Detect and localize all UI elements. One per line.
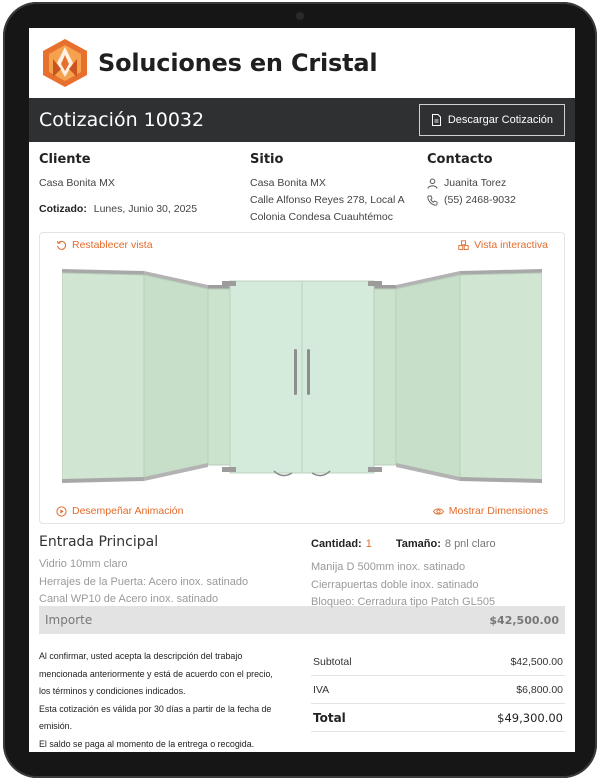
play-circle-icon (56, 505, 67, 517)
subtotal-row: Subtotal $42,500.00 (311, 648, 565, 676)
summary-section: Al confirmar, usted acepta la descripció… (29, 634, 575, 752)
download-quote-button[interactable]: Descargar Cotización (418, 104, 565, 136)
quote-title-bar: Cotización 10032 Descargar Cotización (29, 98, 575, 142)
site-line: Casa Bonita MX (250, 177, 326, 189)
show-dimensions-button[interactable]: Mostrar Dimensiones (432, 505, 548, 517)
quote-info: Cliente Casa Bonita MX Cotizado: Lunes, … (29, 142, 575, 232)
product-spec: Bloqueo: Cerradura tipo Patch GL505 (311, 596, 496, 608)
site-line: Calle Alfonso Reyes 278, Local A (250, 194, 405, 206)
eye-icon (432, 508, 444, 514)
terms-line: Al confirmar, usted acepta la descripció… (39, 651, 243, 661)
terms-line: El saldo se paga al momento de la entreg… (39, 738, 255, 749)
product-title: Entrada Principal (39, 534, 159, 550)
size-value: 8 pnl claro (444, 538, 496, 550)
terms-text: Al confirmar, usted acepta la descripció… (39, 648, 301, 752)
site-section: Sitio Casa Bonita MX Calle Alfonso Reyes… (250, 152, 427, 232)
size-label: Tamaño: (395, 538, 441, 550)
interactive-view-label: Vista interactiva (474, 239, 548, 251)
reset-icon (56, 240, 66, 250)
client-section: Cliente Casa Bonita MX Cotizado: Lunes, … (39, 152, 250, 232)
play-animation-button[interactable]: Desempeñar Animación (56, 505, 183, 517)
logo-geometric-flame-icon (43, 39, 87, 87)
download-quote-label: Descargar Cotización (447, 114, 553, 126)
iva-row: IVA $6,800.00 (311, 676, 565, 704)
total-row: Total $49,300.00 (311, 704, 565, 732)
iva-value: $6,800.00 (516, 683, 563, 696)
total-value: $49,300.00 (497, 710, 563, 725)
importe-value: $42,500.00 (489, 613, 559, 627)
screen: Soluciones en Cristal Cotización 10032 D… (29, 28, 575, 752)
contact-person-name: Juanita Torez (444, 177, 507, 189)
importe-label: Importe (45, 613, 93, 627)
product-spec: Manija D 500mm inox. satinado (311, 561, 466, 573)
tablet-frame: Soluciones en Cristal Cotización 10032 D… (3, 2, 597, 778)
product-viewer[interactable]: Restablecer vista Vista interactiva Dese… (39, 232, 565, 524)
terms-line: mencionada anteriormente y está de acuer… (39, 668, 273, 679)
quantity-size-row: Cantidad: 1 Tamaño: 8 pnl claro (311, 536, 565, 553)
size: Tamaño: 8 pnl claro (396, 536, 496, 553)
camera-icon (296, 12, 304, 20)
product-section: Entrada Principal Vidrio 10mm claro Herr… (29, 524, 575, 608)
quote-date-value: Lunes, Junio 30, 2025 (93, 203, 198, 215)
site-line: Colonia Condesa Cuauhtémoc (250, 211, 394, 223)
user-icon (427, 178, 438, 189)
quantity-label: Cantidad: (311, 538, 362, 550)
quote-date: Cotizado: Lunes, Junio 30, 2025 (39, 201, 250, 218)
play-animation-label: Desempeñar Animación (72, 505, 184, 517)
client-heading: Cliente (39, 152, 91, 167)
product-specs-right: Cantidad: 1 Tamaño: 8 pnl claro Manija D 5… (311, 534, 565, 608)
cubes-icon (458, 239, 469, 250)
phone-icon (427, 195, 438, 206)
brand-name: Soluciones en Cristal (98, 49, 378, 77)
show-dimensions-label: Mostrar Dimensiones (448, 505, 548, 517)
product-spec: Canal WP10 de Acero inox. satinado (39, 593, 219, 605)
quote-date-label: Cotizado: (39, 203, 87, 215)
terms-line: Esta cotización es válida por 30 días a … (39, 703, 272, 714)
subtotal-label: Subtotal (313, 655, 352, 668)
contact-section: Contacto Juanita Torez (55) 2468-9032 (427, 152, 565, 232)
totals-table: Subtotal $42,500.00 IVA $6,800.00 Total … (311, 648, 565, 752)
quantity-value: 1 (365, 538, 372, 550)
product-spec: Vidrio 10mm claro (39, 558, 128, 570)
interactive-view-button[interactable]: Vista interactiva (458, 239, 548, 251)
terms-line: emisión. (39, 721, 73, 731)
terms-line: los términos y condiciones indicados. (39, 686, 186, 696)
contact-phone-number: (55) 2468-9032 (444, 194, 516, 206)
reset-view-label: Restablecer vista (72, 239, 153, 251)
subtotal-value: $42,500.00 (510, 655, 563, 668)
contact-heading: Contacto (427, 152, 493, 167)
quantity: Cantidad: 1 (311, 536, 372, 553)
reset-view-button[interactable]: Restablecer vista (56, 239, 153, 251)
page-title: Cotización 10032 (39, 109, 205, 131)
site-heading: Sitio (250, 152, 284, 167)
brand-header: Soluciones en Cristal (29, 28, 575, 98)
product-spec: Herrajes de la Puerta: Acero inox. satin… (39, 575, 249, 588)
product-spec: Cierrapuertas doble inox. satinado (311, 578, 479, 591)
client-name: Casa Bonita MX (39, 177, 115, 189)
total-label: Total (313, 710, 346, 725)
contact-phone[interactable]: (55) 2468-9032 (427, 192, 565, 209)
contact-person: Juanita Torez (427, 175, 565, 192)
iva-label: IVA (313, 683, 330, 696)
product-specs-left: Entrada Principal Vidrio 10mm claro Herr… (39, 534, 311, 606)
document-icon (431, 114, 441, 126)
glass-entrance-render (62, 269, 542, 483)
